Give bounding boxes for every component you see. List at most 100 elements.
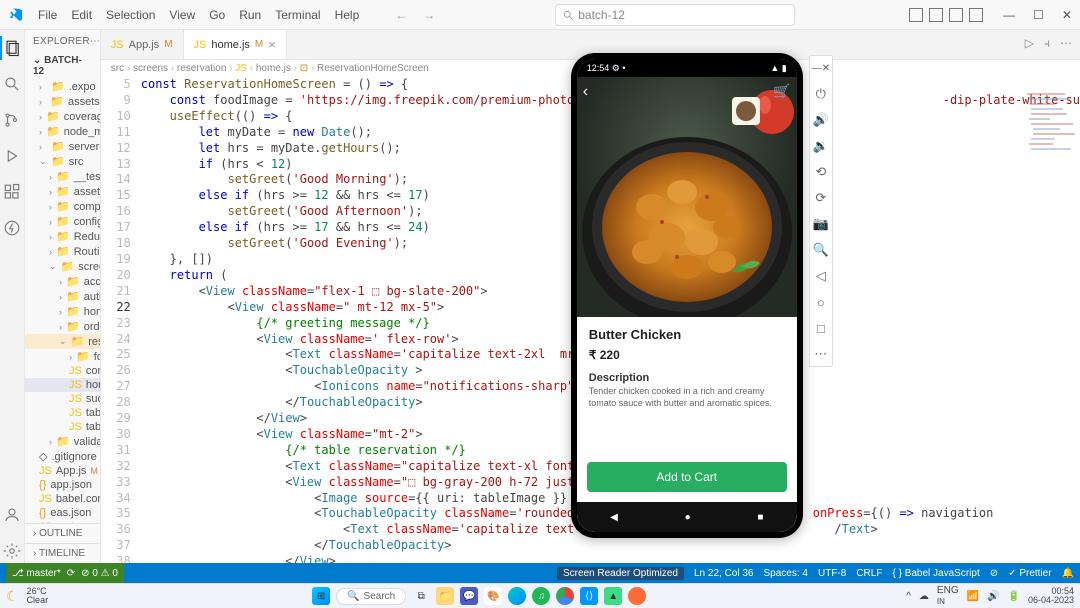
- emu-screenshot-icon[interactable]: 📷: [810, 216, 832, 232]
- folder-item[interactable]: ›📁 components: [25, 199, 100, 214]
- folder-item[interactable]: ›📁 homeScreens: [25, 304, 100, 319]
- folder-item[interactable]: ›📁 Routing: [25, 244, 100, 259]
- emu-rotate-left-icon[interactable]: ⟲: [810, 164, 832, 180]
- emu-home-icon[interactable]: ○: [810, 294, 832, 310]
- tab-home-js[interactable]: JS home.js M ×: [184, 30, 287, 59]
- menu-selection[interactable]: Selection: [100, 6, 161, 24]
- file-item[interactable]: JS successfulReserv...: [25, 392, 100, 406]
- folder-item[interactable]: ›📁 Redux: [25, 229, 100, 244]
- menu-go[interactable]: Go: [203, 6, 231, 24]
- minimap[interactable]: [1025, 90, 1080, 290]
- add-to-cart-button[interactable]: Add to Cart: [587, 462, 787, 492]
- activity-explorer-icon[interactable]: [0, 36, 24, 60]
- android-home-icon[interactable]: ●: [685, 512, 691, 523]
- command-center-search[interactable]: batch-12: [555, 4, 795, 26]
- file-item[interactable]: JS babel.config.js: [25, 492, 100, 506]
- status-spaces[interactable]: Spaces: 4: [764, 568, 808, 579]
- status-eol[interactable]: CRLF: [856, 568, 882, 579]
- emu-close-icon[interactable]: ✕: [822, 63, 830, 74]
- folder-item[interactable]: ›📁 orders: [25, 319, 100, 334]
- folder-item[interactable]: ›📁 node_modules: [25, 124, 100, 139]
- tray-lang[interactable]: ENGIN: [937, 585, 959, 607]
- activity-debug-icon[interactable]: [0, 144, 24, 168]
- tab-app-js[interactable]: JS App.js M: [101, 30, 184, 59]
- tray-volume-icon[interactable]: 🔊: [987, 591, 999, 602]
- activity-account-icon[interactable]: [0, 503, 24, 527]
- layout-right-icon[interactable]: [949, 8, 963, 22]
- tab-close-icon[interactable]: ×: [268, 37, 276, 52]
- weather-icon[interactable]: ☾: [6, 588, 19, 605]
- activity-settings-icon[interactable]: [0, 539, 24, 563]
- folder-item[interactable]: ›📁 .expo: [25, 79, 100, 94]
- explorer-app-icon[interactable]: 📁: [436, 587, 454, 605]
- emu-minimize-icon[interactable]: —: [812, 63, 822, 74]
- tray-wifi-icon[interactable]: 📶: [967, 591, 979, 602]
- menu-file[interactable]: File: [32, 6, 63, 24]
- file-item[interactable]: JS tableReservation...: [25, 406, 100, 420]
- maximize-icon[interactable]: ☐: [1033, 8, 1044, 22]
- folder-item[interactable]: ⌄📁 screens: [25, 259, 100, 274]
- emu-volume-down-icon[interactable]: 🔉: [810, 138, 832, 154]
- emulator-cart-icon[interactable]: 🛒: [773, 83, 790, 100]
- status-eslint-icon[interactable]: ⊘: [990, 568, 998, 579]
- tray-chevron-icon[interactable]: ^: [906, 591, 911, 602]
- task-view-icon[interactable]: ⧉: [412, 587, 430, 605]
- more-icon[interactable]: ⋯: [1060, 36, 1072, 51]
- copilot-app-icon[interactable]: 🎨: [484, 587, 502, 605]
- folder-item[interactable]: ›📁 __tests__: [25, 169, 100, 184]
- taskbar-search[interactable]: 🔍 Search: [336, 588, 406, 605]
- menu-help[interactable]: Help: [329, 6, 366, 24]
- start-icon[interactable]: ⊞: [312, 587, 330, 605]
- outline-section[interactable]: › OUTLINE: [25, 523, 100, 543]
- emu-volume-up-icon[interactable]: 🔊: [810, 112, 832, 128]
- layout-customize-icon[interactable]: [969, 8, 983, 22]
- layout-bottom-icon[interactable]: [929, 8, 943, 22]
- status-bell-icon[interactable]: 🔔: [1062, 568, 1074, 579]
- folder-item[interactable]: ›📁 account: [25, 274, 100, 289]
- teams-app-icon[interactable]: 💬: [460, 587, 478, 605]
- layout-left-icon[interactable]: [909, 8, 923, 22]
- emu-rotate-right-icon[interactable]: ⟳: [810, 190, 832, 206]
- folder-item[interactable]: ›📁 assets: [25, 94, 100, 109]
- android-recent-icon[interactable]: ■: [757, 512, 763, 523]
- tray-onedrive-icon[interactable]: ☁: [919, 591, 929, 602]
- activity-extensions-icon[interactable]: [0, 180, 24, 204]
- folder-item[interactable]: ›📁 validationSchema: [25, 434, 100, 449]
- activity-scm-icon[interactable]: [0, 108, 24, 132]
- tray-battery-icon[interactable]: 🔋: [1008, 591, 1020, 602]
- edge-app-icon[interactable]: [508, 587, 526, 605]
- weather-widget[interactable]: 26°CClear: [27, 587, 49, 605]
- file-item[interactable]: {} app.json: [25, 478, 100, 492]
- status-screen-reader[interactable]: Screen Reader Optimized: [557, 567, 684, 580]
- file-item[interactable]: JS tableType.js: [25, 420, 100, 434]
- menu-view[interactable]: View: [163, 6, 201, 24]
- activity-search-icon[interactable]: [0, 72, 24, 96]
- chrome-app-icon[interactable]: [556, 587, 574, 605]
- file-item[interactable]: JS confirmReserva...: [25, 364, 100, 378]
- folder-item[interactable]: ›📁 assets: [25, 184, 100, 199]
- emulator-back-icon[interactable]: ‹: [583, 83, 588, 101]
- folder-item[interactable]: ›📁 server: [25, 139, 100, 154]
- split-icon[interactable]: ⫞: [1044, 36, 1050, 51]
- file-item[interactable]: ◇ .gitignore: [25, 449, 100, 464]
- folder-item[interactable]: ⌄📁 reservation●: [25, 334, 100, 349]
- emu-more-icon[interactable]: ⋯: [810, 346, 832, 362]
- status-encoding[interactable]: UTF-8: [818, 568, 846, 579]
- nav-forward[interactable]: →: [417, 6, 441, 24]
- status-prettier[interactable]: ✓ Prettier: [1008, 568, 1051, 579]
- timeline-section[interactable]: › TIMELINE: [25, 543, 100, 563]
- file-item[interactable]: JS App.jsM: [25, 464, 100, 478]
- folder-item[interactable]: ⌄📁 src: [25, 154, 100, 169]
- emu-zoom-icon[interactable]: 🔍: [810, 242, 832, 258]
- minimize-icon[interactable]: —: [1003, 8, 1015, 22]
- nav-back[interactable]: ←: [389, 6, 413, 24]
- emu-overview-icon[interactable]: □: [810, 320, 832, 336]
- run-icon[interactable]: ▷: [1025, 36, 1034, 51]
- folder-item[interactable]: ›📁 foodOrdering: [25, 349, 100, 364]
- explorer-more-icon[interactable]: ⋯: [90, 36, 100, 47]
- close-icon[interactable]: ✕: [1062, 8, 1072, 22]
- spotify-app-icon[interactable]: ♫: [532, 587, 550, 605]
- project-name[interactable]: ⌄ BATCH-12: [25, 53, 100, 79]
- emu-power-icon[interactable]: ⏻: [810, 86, 832, 102]
- menu-run[interactable]: Run: [233, 6, 267, 24]
